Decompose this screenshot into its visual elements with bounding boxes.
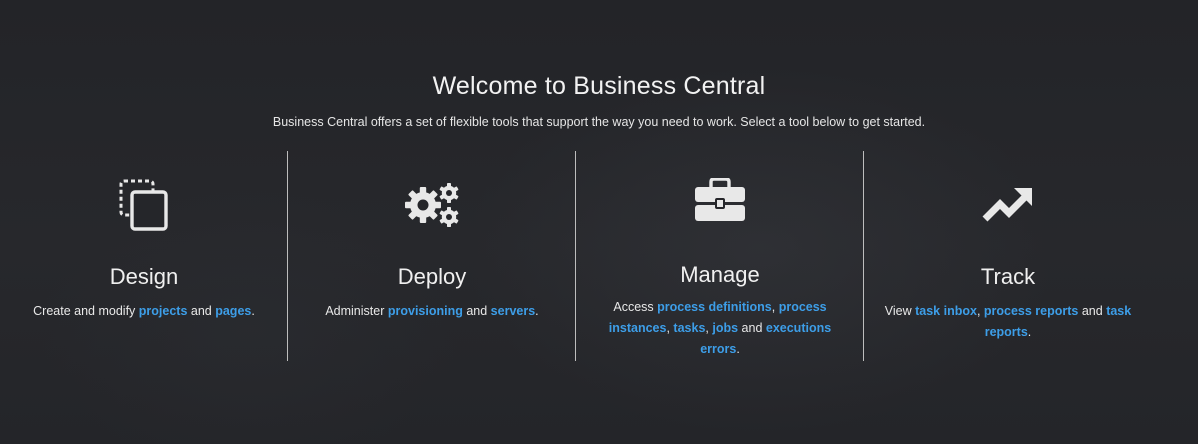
page-subtitle: Business Central offers a set of flexibl… bbox=[272, 115, 926, 129]
desc-text: and bbox=[738, 321, 766, 335]
briefcase-icon bbox=[576, 178, 864, 222]
desc-text: and bbox=[462, 304, 491, 318]
desc-text: Access bbox=[613, 300, 658, 314]
desc-text: Administer bbox=[325, 304, 388, 318]
process-reports-link[interactable]: process reports bbox=[984, 304, 1078, 318]
tile-heading: Deploy bbox=[397, 264, 467, 289]
tile-track[interactable]: Track View task inbox, process reports a… bbox=[864, 150, 1152, 362]
gears-icon bbox=[288, 180, 576, 230]
tile-description: Access process definitions, process inst… bbox=[604, 297, 836, 360]
desc-text: . bbox=[1027, 325, 1032, 339]
tool-tiles: Design Create and modify projects and pa… bbox=[0, 150, 1152, 362]
process-definitions-link[interactable]: process definitions bbox=[657, 300, 772, 314]
tile-description: Create and modify projects and pages. bbox=[0, 301, 288, 322]
desc-text: and bbox=[1078, 304, 1107, 318]
jobs-link[interactable]: jobs bbox=[712, 321, 738, 335]
desc-text: . bbox=[251, 304, 255, 318]
tile-heading: Track bbox=[980, 264, 1036, 289]
pages-link[interactable]: pages bbox=[215, 304, 251, 318]
desc-text: , bbox=[976, 304, 984, 318]
copy-icon bbox=[0, 178, 288, 232]
provisioning-link[interactable]: provisioning bbox=[388, 304, 463, 318]
tile-deploy[interactable]: Deploy Administer provisioning and serve… bbox=[288, 150, 576, 362]
tile-description: View task inbox, process reports and tas… bbox=[884, 301, 1132, 343]
tasks-link[interactable]: tasks bbox=[673, 321, 705, 335]
projects-link[interactable]: projects bbox=[139, 304, 188, 318]
servers-link[interactable]: servers bbox=[491, 304, 536, 318]
desc-text: . bbox=[535, 304, 539, 318]
tile-description: Administer provisioning and servers. bbox=[288, 301, 576, 322]
desc-text: Create and modify bbox=[33, 304, 139, 318]
tile-heading: Design bbox=[109, 264, 179, 289]
tile-manage[interactable]: Manage Access process definitions, proce… bbox=[576, 150, 864, 362]
desc-text: and bbox=[187, 304, 216, 318]
business-central-home: Welcome to Business Central Business Cen… bbox=[0, 0, 1198, 444]
tile-heading: Manage bbox=[680, 262, 760, 287]
desc-text: , bbox=[771, 300, 779, 314]
tile-design[interactable]: Design Create and modify projects and pa… bbox=[0, 150, 288, 362]
desc-text: . bbox=[736, 342, 740, 356]
page-title: Welcome to Business Central bbox=[432, 72, 766, 100]
task-inbox-link[interactable]: task inbox bbox=[915, 304, 977, 318]
desc-text: View bbox=[884, 304, 916, 318]
trend-up-icon bbox=[864, 186, 1152, 224]
